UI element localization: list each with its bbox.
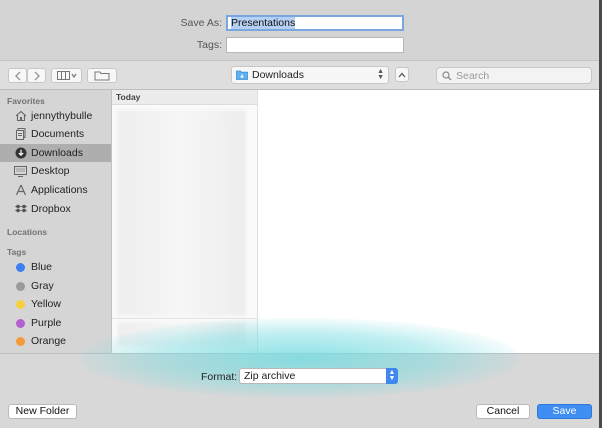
save-button[interactable]: Save [537,404,592,419]
divider [112,318,258,319]
sidebar-item-label: Applications [31,184,88,196]
sidebar-item-documents[interactable]: Documents [0,125,111,143]
forward-button[interactable] [27,68,46,83]
sidebar-item-label: Purple [31,317,62,329]
sidebar-item-label: Downloads [31,147,83,159]
sidebar-item-downloads[interactable]: Downloads [0,144,111,162]
sidebar-tag-yellow[interactable]: Yellow [0,295,111,313]
tags-label: Tags: [196,39,222,51]
chevron-left-icon [14,71,20,80]
file-column[interactable]: Today [112,90,258,353]
tags-field[interactable] [226,37,404,53]
dropbox-icon [14,203,27,216]
applications-icon [14,184,27,197]
sidebar-item-label: Dropbox [31,203,71,215]
format-select[interactable]: Zip archive ▲ ▼ [239,368,398,384]
chevron-right-icon [34,71,40,80]
blurred-file-list [118,322,246,346]
expand-collapse-button[interactable] [395,67,409,82]
sidebar-item-label: Gray [31,280,54,292]
sidebar-item-home[interactable]: jennythybulle [0,107,111,125]
locations-header: Locations [7,227,48,237]
location-popup[interactable]: Downloads ▲ ▼ [231,66,389,84]
folder-icon [94,71,110,81]
toolbar: Downloads ▲ ▼ Search [0,60,602,90]
new-folder-toolbar-button[interactable] [87,68,117,83]
new-folder-button[interactable]: New Folder [8,404,77,419]
tag-dot-icon [16,318,25,328]
sidebar-item-label: Orange [31,335,67,347]
format-label: Format: [201,371,238,383]
desktop-icon [14,165,27,178]
chevron-up-icon [398,72,406,77]
location-label: Downloads [252,69,304,81]
updown-chevron-icon: ▲ ▼ [386,368,398,384]
sidebar-item-dropbox[interactable]: Dropbox [0,200,111,218]
sidebar-tag-blue[interactable]: Blue [0,258,111,276]
downloads-icon [14,147,27,160]
view-mode-button[interactable] [51,68,82,83]
sidebar-tag-orange[interactable]: Orange [0,332,111,350]
home-icon [14,110,27,123]
save-as-label: Save As: [180,17,222,29]
sidebar-tag-purple[interactable]: Purple [0,314,111,332]
save-as-field[interactable]: Presentations [226,15,404,31]
cancel-button[interactable]: Cancel [476,404,530,419]
save-header: Save As: Presentations Tags: [0,0,602,60]
updown-chevron-icon: ▲ ▼ [377,68,384,81]
sidebar-item-applications[interactable]: Applications [0,181,111,199]
columns-view-icon [56,70,76,80]
sidebar-item-desktop[interactable]: Desktop [0,162,111,180]
sidebar-item-label: Desktop [31,165,70,177]
save-dialog: Save As: Presentations Tags: Downloads ▲… [0,0,602,428]
format-value: Zip archive [244,370,296,382]
blurred-file-list [118,110,246,316]
sidebar-item-label: Yellow [31,298,61,310]
tag-dot-icon [16,336,25,346]
tag-dot-icon [16,281,25,291]
file-browser: Today [112,90,602,353]
tag-dot-icon [16,262,25,272]
save-as-value: Presentations [231,17,296,29]
sidebar-tag-gray[interactable]: Gray [0,277,111,295]
tags-header: Tags [7,247,27,257]
sidebar-item-label: Blue [31,261,53,273]
search-placeholder: Search [456,69,490,82]
search-field[interactable]: Search [436,67,592,84]
downloads-folder-icon [236,70,248,80]
documents-icon [14,128,27,141]
tag-dot-icon [16,299,25,309]
sidebar: Favorites jennythybulle Documents Downlo… [0,90,112,353]
favorites-header: Favorites [7,96,45,106]
sidebar-item-label: jennythybulle [31,110,93,122]
search-icon [442,70,452,80]
sidebar-item-label: Documents [31,128,85,140]
back-button[interactable] [8,68,27,83]
column-header: Today [112,90,257,105]
